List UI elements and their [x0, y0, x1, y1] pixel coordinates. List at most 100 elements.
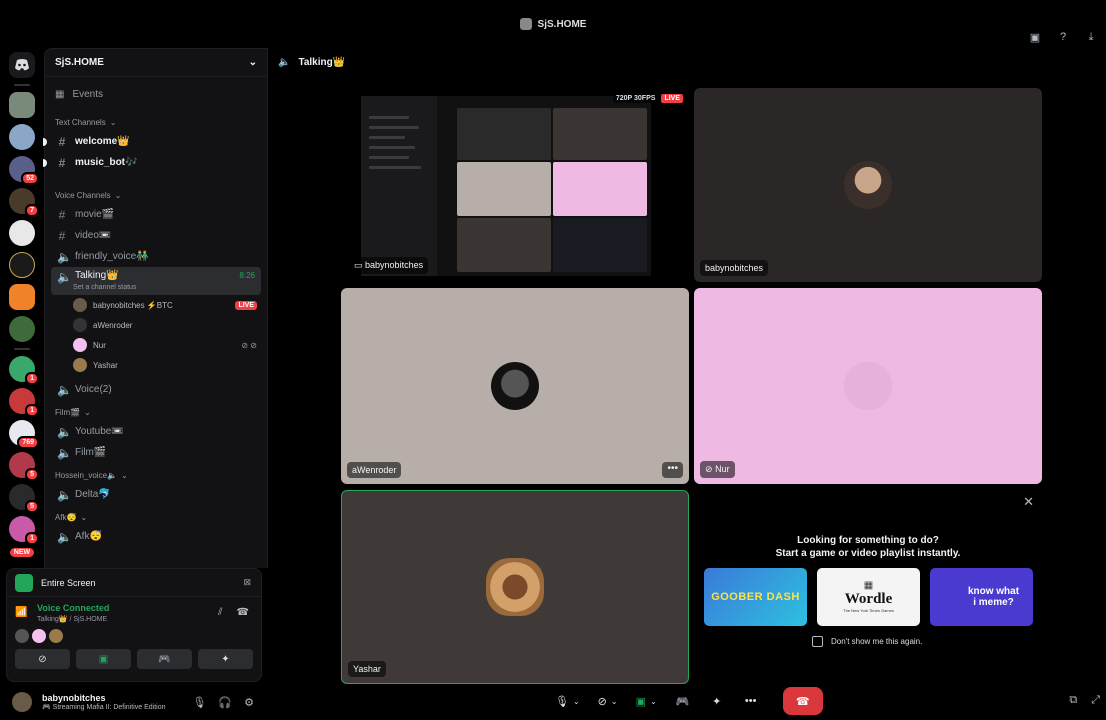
screen-share-button[interactable]: ▣ ⌄ — [630, 687, 663, 715]
category-hossein-voice[interactable]: Hossein_voice🔈 ⌄ — [55, 471, 257, 480]
participant-tile[interactable]: ⊘ Nur — [694, 288, 1042, 484]
signal-icon[interactable]: 📶 — [15, 607, 29, 621]
server-icon[interactable] — [9, 92, 35, 118]
channel-voice2[interactable]: 🔈 Voice(2) — [51, 379, 261, 400]
channel-youtube[interactable]: 🔈 Youtube📼 — [51, 421, 261, 442]
activity-suggestion: ✕ Looking for something to do? Start a g… — [694, 490, 1042, 684]
channel-welcome[interactable]: # welcome👑 — [43, 131, 261, 152]
muted-deafened-icon: ⊘ ⊘ — [241, 340, 257, 350]
wordle-grid-icon: ▦ — [863, 580, 874, 591]
screen-share-row[interactable]: Entire Screen ⊠ — [7, 569, 261, 597]
chevron-down-icon[interactable]: ⌄ — [611, 697, 618, 706]
server-icon[interactable]: 1 — [9, 356, 39, 385]
preview-line — [369, 136, 405, 139]
category-voice-channels[interactable]: Voice Channels ⌄ — [55, 191, 257, 200]
voice-user[interactable]: Nur ⊘ ⊘ — [73, 335, 267, 355]
avatar — [486, 558, 544, 616]
user-controls: 🎙 🎧 ⚙ — [192, 696, 254, 709]
voice-user-name: Nur — [93, 340, 106, 350]
microphone-icon[interactable]: 🎙 — [192, 696, 206, 709]
channel-talking[interactable]: 🔈 Talking👑 8:26 Set a channel status — [51, 267, 261, 295]
popout-icon[interactable]: ⧉ — [1069, 694, 1077, 707]
activity-card-know-what-i-meme[interactable]: know what i meme? — [930, 568, 1033, 626]
speaker-icon: 🔈 — [57, 529, 72, 544]
disconnect-button[interactable]: ☎ — [782, 687, 823, 715]
category-film[interactable]: Film🎬 ⌄ — [55, 408, 257, 417]
checkbox[interactable] — [812, 636, 823, 647]
server-header[interactable]: SjS.HOME ⌄ — [45, 49, 267, 77]
category-afk[interactable]: Afk😴 ⌄ — [55, 513, 257, 522]
hash-icon: # — [58, 134, 66, 149]
channel-video[interactable]: # video📼 — [51, 225, 261, 246]
activity-card-goober-dash[interactable]: GOOBER DASH — [704, 568, 807, 626]
server-icon[interactable]: 5 — [9, 484, 39, 513]
server-icon[interactable]: 5 — [9, 452, 39, 481]
headphones-icon[interactable]: 🎧 — [218, 696, 232, 709]
server-icon[interactable] — [9, 252, 35, 278]
events-item[interactable]: ▦ Events — [55, 89, 257, 100]
stop-stream-icon[interactable]: ⊠ — [243, 577, 251, 588]
soundboard-button[interactable]: ✦ — [703, 687, 731, 715]
activity-button[interactable]: 🎮 — [137, 649, 192, 669]
channel-delta[interactable]: 🔈 Delta🐬 — [51, 484, 261, 505]
server-icon[interactable] — [9, 316, 35, 342]
server-icon[interactable] — [9, 284, 35, 310]
channel-title: Talking👑 — [298, 56, 346, 68]
channel-movie[interactable]: # movie🎬 — [51, 204, 261, 225]
corner-icons: ⧉ ⤢ — [1069, 694, 1100, 707]
help-icon[interactable]: ? — [1056, 30, 1070, 44]
share-screen-button[interactable]: ▣ — [76, 649, 131, 669]
participant-tile[interactable]: aWenroder ••• — [341, 288, 689, 484]
stream-tile[interactable]: 720P 30FPS LIVE ▭ babynobitches — [341, 88, 689, 282]
server-icon[interactable]: 1 — [9, 516, 39, 545]
avatar[interactable] — [12, 692, 32, 712]
participant-tile[interactable]: babynobitches — [694, 88, 1042, 282]
voice-user[interactable]: aWenroder — [73, 315, 267, 335]
camera-off-button[interactable]: ⊘ — [15, 649, 70, 669]
voice-user[interactable]: Yashar — [73, 355, 267, 375]
channel-label: Youtube📼 — [75, 426, 124, 437]
server-icon[interactable] — [9, 220, 35, 246]
channel-film[interactable]: 🔈 Film🎬 — [51, 442, 261, 463]
dont-show-again[interactable]: Don't show me this again. — [812, 636, 922, 647]
inbox-icon[interactable]: ▣ — [1028, 30, 1042, 44]
user-name[interactable]: babynobitches — [42, 693, 166, 703]
activity-button[interactable]: 🎮 — [669, 687, 697, 715]
activity-card-wordle[interactable]: ▦ Wordle The New York Times Games — [817, 568, 920, 626]
soundboard-button[interactable]: ✦ — [198, 649, 253, 669]
channel-friendly-voice[interactable]: 🔈 friendly_voice👬 — [51, 246, 261, 267]
camera-button[interactable]: ⊘ ⌄ — [592, 687, 624, 715]
microphone-button[interactable]: 🎙 ⌄ — [549, 687, 586, 715]
server-icon[interactable]: 52 — [9, 156, 39, 185]
voice-panel: Entire Screen ⊠ 📶 Voice Connected Talkin… — [6, 568, 262, 682]
channel-afk[interactable]: 🔈 Afk😴 — [51, 526, 261, 547]
chevron-down-icon[interactable]: ⌄ — [650, 697, 657, 706]
disconnect-icon[interactable]: ☎ — [237, 607, 249, 618]
more-options-icon[interactable]: ••• — [662, 462, 683, 478]
fullscreen-icon[interactable]: ⤢ — [1091, 694, 1100, 707]
channel-status[interactable]: Set a channel status — [73, 284, 136, 291]
chevron-down-icon[interactable]: ⌄ — [573, 697, 580, 706]
participant-tile[interactable]: Yashar — [341, 490, 689, 684]
channel-music-bot[interactable]: # music_bot🎶 — [43, 152, 261, 173]
close-icon[interactable]: ✕ — [1023, 494, 1034, 510]
category-text-channels[interactable]: Text Channels ⌄ — [55, 118, 257, 127]
title-bar-icons: ▣ ? ⤓ — [1028, 30, 1098, 44]
noise-suppression-icon[interactable]: ⫽ — [218, 607, 222, 618]
server-icon[interactable]: 7 — [9, 188, 39, 217]
window-title-text: SjS.HOME — [537, 18, 587, 30]
gear-icon[interactable]: ⚙ — [244, 696, 254, 709]
activity-title-line: Start a game or video playlist instantly… — [775, 548, 961, 559]
voice-user[interactable]: babynobitches ⚡BTC LIVE — [73, 295, 267, 315]
server-icon[interactable]: 769 — [9, 420, 39, 449]
speaker-icon: 🔈 — [57, 249, 72, 264]
more-options-icon[interactable]: ••• — [737, 687, 765, 715]
events-label: Events — [72, 89, 104, 100]
server-icon[interactable] — [9, 124, 35, 150]
download-icon[interactable]: ⤓ — [1084, 30, 1098, 44]
server-icon[interactable]: 1 — [9, 388, 39, 417]
mention-badge: 769 — [17, 436, 39, 449]
mention-badge: 1 — [25, 532, 39, 545]
discord-home-icon[interactable] — [9, 52, 35, 78]
category-label: Text Channels — [55, 118, 106, 127]
